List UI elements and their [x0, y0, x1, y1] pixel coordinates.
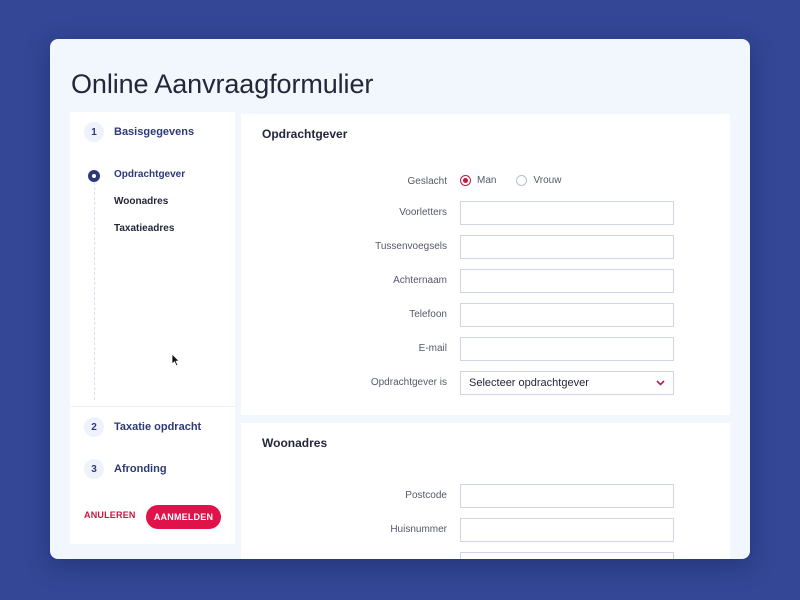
- voorletters-input[interactable]: [460, 201, 674, 225]
- sub-step-opdrachtgever[interactable]: Opdrachtgever: [114, 169, 185, 180]
- page-title: Online Aanvraagformulier: [71, 69, 374, 99]
- cancel-button[interactable]: ANULEREN: [84, 510, 136, 520]
- field-label: E-mail: [418, 343, 447, 354]
- field-label: Voorletters: [399, 207, 447, 218]
- step-label: Basisgegevens: [114, 126, 195, 138]
- email-input[interactable]: [460, 337, 674, 361]
- field-row-voorletters: Voorletters: [241, 201, 730, 225]
- step-number: 3: [84, 459, 104, 479]
- step-number: 2: [84, 417, 104, 437]
- radio-vrouw[interactable]: [516, 175, 528, 186]
- field-row-huisnummer: Huisnummer: [241, 518, 730, 542]
- radio-label-vrouw: Vrouw: [533, 175, 562, 186]
- select-value: Selecteer opdrachtgever: [469, 377, 589, 389]
- gender-radio-group: Man Vrouw: [460, 175, 581, 186]
- mouse-cursor-icon: [171, 353, 181, 367]
- field-row-next: [241, 552, 730, 559]
- tussenvoegsels-input[interactable]: [460, 235, 674, 259]
- field-label: Telefoon: [409, 309, 447, 320]
- woonadres-card: Woonadres Postcode Huisnummer: [241, 423, 730, 559]
- step-basisgegevens[interactable]: 1 Basisgegevens: [84, 122, 194, 142]
- next-address-input[interactable]: [460, 552, 674, 559]
- achternaam-input[interactable]: [460, 269, 674, 293]
- radio-man[interactable]: [460, 175, 471, 186]
- field-label: Opdrachtgever is: [370, 377, 447, 388]
- field-row-tussenvoegsels: Tussenvoegsels: [241, 235, 730, 259]
- step-label: Afronding: [114, 463, 167, 475]
- huisnummer-input[interactable]: [460, 518, 674, 542]
- step-timeline: [94, 182, 95, 400]
- step-afronding[interactable]: 3 Afronding: [84, 459, 167, 479]
- step-label: Taxatie opdracht: [114, 421, 202, 433]
- sub-step-woonadres[interactable]: Woonadres: [114, 196, 168, 207]
- field-row-email: E-mail: [241, 337, 730, 361]
- chevron-down-icon: [656, 380, 665, 386]
- submit-button[interactable]: AANMELDEN: [146, 505, 221, 529]
- active-step-dot-icon: [88, 170, 100, 182]
- field-label: Tussenvoegsels: [375, 241, 447, 252]
- field-label: Achternaam: [393, 275, 447, 286]
- field-row-achternaam: Achternaam: [241, 269, 730, 293]
- step-taxatie-opdracht[interactable]: 2 Taxatie opdracht: [84, 417, 201, 437]
- telefoon-input[interactable]: [460, 303, 674, 327]
- field-label: Huisnummer: [390, 524, 447, 535]
- field-row-telefoon: Telefoon: [241, 303, 730, 327]
- card-title: Opdrachtgever: [262, 127, 348, 141]
- card-title: Woonadres: [262, 436, 328, 450]
- gender-row: Geslacht Man Vrouw: [241, 170, 730, 194]
- opdrachtgever-select[interactable]: Selecteer opdrachtgever: [460, 371, 674, 395]
- step-sidebar: 1 Basisgegevens Opdrachtgever Woonadres …: [70, 112, 235, 544]
- application-window: Online Aanvraagformulier 1 Basisgegevens…: [50, 39, 750, 559]
- step-number: 1: [84, 122, 104, 142]
- sub-step-taxatieadres[interactable]: Taxatieadres: [114, 223, 174, 234]
- divider: [70, 406, 235, 407]
- field-row-postcode: Postcode: [241, 484, 730, 508]
- field-label: Postcode: [405, 490, 447, 501]
- opdrachtgever-card: Opdrachtgever Geslacht Man Vrouw Voorlet…: [241, 114, 730, 415]
- postcode-input[interactable]: [460, 484, 674, 508]
- radio-label-man: Man: [477, 175, 497, 186]
- field-row-opdrachtgever-type: Opdrachtgever is Selecteer opdrachtgever: [241, 371, 730, 395]
- field-label: Geslacht: [407, 176, 447, 187]
